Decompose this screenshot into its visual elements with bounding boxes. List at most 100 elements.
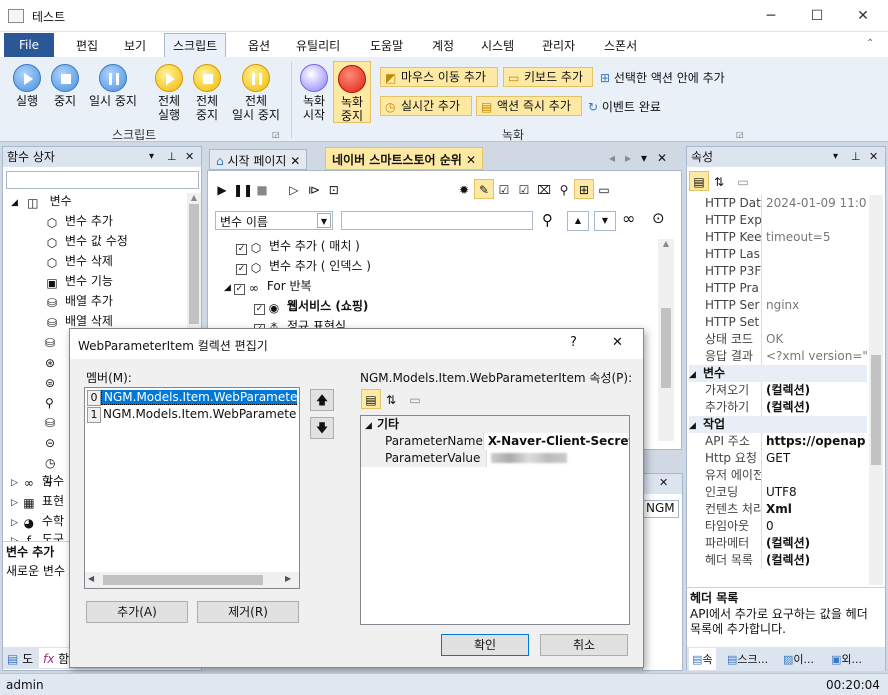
tree-item-add-array[interactable]: ⛁ 배열 추가 (45, 291, 113, 311)
tree-root-variable[interactable]: ◢ ◫ 변수 (11, 191, 72, 211)
collapsed-icon[interactable]: ▷ (11, 478, 18, 488)
add-mouse-move-button[interactable]: ◩ 마우스 이동 추가 (380, 67, 498, 87)
tab-start-page[interactable]: ⌂ 시작 페이지 ✕ (209, 149, 308, 170)
record-stop-button[interactable]: 녹화 중지 (333, 61, 371, 123)
remove-member-button[interactable]: 제거(R) (197, 601, 299, 623)
clock-icon[interactable]: ◷ (45, 453, 61, 473)
function-search-input[interactable] (6, 171, 199, 189)
tab-script[interactable]: ▤스크... (727, 651, 768, 667)
member-item[interactable]: 1NGM.Models.Item.WebParameterItem (87, 407, 297, 423)
tree-item-add-variable[interactable]: ⬡ 변수 추가 (45, 211, 113, 231)
lower-panel-field[interactable]: NGM (643, 500, 679, 518)
tab-list-icon[interactable]: ▾ (641, 151, 647, 165)
property-value[interactable] (761, 212, 867, 229)
action-row[interactable]: ✓ ◉ 웹서비스 (쇼핑) (254, 296, 368, 316)
close-doc-icon[interactable]: ✕ (657, 151, 667, 165)
delete-icon[interactable]: ⌧ (534, 179, 554, 199)
close-panel-icon[interactable]: ✕ (185, 147, 194, 167)
menu-view[interactable]: 보기 (124, 37, 146, 54)
pause-icon[interactable]: ❚❚ (232, 179, 253, 199)
menu-script[interactable]: 스크립트 (164, 33, 227, 58)
step-into-icon[interactable]: ⧐ (304, 179, 324, 199)
menu-help[interactable]: 도움말 (370, 37, 403, 54)
search-icon[interactable]: ⚲ (554, 179, 574, 199)
filter-select[interactable]: 변수 이름 ▼ (215, 211, 333, 230)
property-value[interactable]: GET (761, 450, 867, 467)
check-outline-icon[interactable]: ☑ (514, 179, 534, 199)
tool-icon[interactable]: ⊝ (45, 433, 61, 453)
editor-search-input[interactable] (341, 211, 533, 230)
property-value[interactable] (761, 263, 867, 280)
scroll-thumb[interactable] (661, 308, 671, 388)
search-icon[interactable]: ⚲ (542, 211, 553, 229)
menu-edit[interactable]: 편집 (76, 37, 98, 54)
property-row[interactable]: HTTP Dat 2024-01-09 11:05: (689, 195, 867, 212)
stop-icon[interactable]: ■ (252, 179, 272, 199)
close-button[interactable]: ✕ (848, 4, 878, 28)
chevron-down-icon[interactable]: ▼ (317, 213, 331, 228)
property-row[interactable]: HTTP Ser nginx (689, 297, 867, 314)
pin-icon[interactable]: ⊥ (851, 147, 861, 167)
member-item-selected[interactable]: 0NGM.Models.Item.WebParameterItem (87, 390, 297, 406)
scroll-thumb[interactable] (103, 575, 263, 585)
bulb-icon[interactable]: ✹ (454, 179, 474, 199)
add-member-button[interactable]: 추가(A) (86, 601, 188, 623)
scroll-right-icon[interactable]: ▸ (625, 151, 631, 165)
prop-value[interactable]: X-Naver-Client-Secret (484, 433, 629, 450)
checkbox-checked[interactable]: ✓ (254, 304, 265, 315)
action-row[interactable]: ✓⁂정규 표현식 (254, 316, 346, 328)
step-over-icon[interactable]: ⊡ (324, 179, 344, 199)
ok-button[interactable]: 확인 (441, 634, 529, 656)
collapse-icon[interactable]: ◢ (689, 418, 703, 433)
property-row[interactable]: 파라메터 (컬렉션) (689, 535, 867, 552)
infinity-icon[interactable]: ∞ (622, 209, 635, 228)
property-value[interactable]: timeout=5 (761, 229, 867, 246)
tree-item-delete-variable[interactable]: ⬡ 변수 삭제 (45, 251, 113, 271)
prop-parameter-value[interactable]: ParameterValue (361, 450, 629, 467)
property-value[interactable] (761, 467, 867, 484)
tree-icon[interactable]: ⊞ (574, 179, 594, 199)
run-all-button[interactable]: 전체 실행 (150, 64, 188, 122)
property-value[interactable]: (컬렉션) (761, 535, 867, 552)
property-value[interactable]: <?xml version="1 (761, 348, 867, 365)
tree-root-math[interactable]: ▷ ◕ 수학 (11, 511, 64, 531)
tool-icon[interactable]: ⊛ (45, 353, 61, 373)
move-down-button[interactable]: ▼ (594, 211, 616, 231)
tab-properties[interactable]: ▤속 (689, 648, 716, 670)
tool-icon[interactable]: ⊜ (45, 373, 61, 393)
maximize-button[interactable]: ☐ (802, 4, 832, 28)
property-row[interactable]: 헤더 목록 (컬렉션) (689, 552, 867, 569)
property-value[interactable]: (컬렉션) (761, 399, 867, 416)
monitor-icon[interactable]: ▭ (594, 179, 614, 199)
sort-az-icon[interactable]: ⇅ (381, 389, 401, 409)
event-complete-button[interactable]: ↻ 이벤트 완료 (588, 98, 661, 115)
property-row[interactable]: 타임아웃 0 (689, 518, 867, 535)
record-start-button[interactable]: 녹화 시작 (296, 64, 332, 122)
property-value[interactable]: https://openap (761, 433, 867, 450)
close-tab-icon[interactable]: ✕ (466, 153, 476, 167)
close-panel-icon[interactable]: ✕ (659, 476, 668, 489)
group-launcher-icon[interactable]: ◲ (736, 130, 744, 139)
property-value[interactable]: 0 (761, 518, 867, 535)
add-in-selected-action-button[interactable]: ⊞ 선택한 액션 안에 추가 (600, 69, 725, 86)
tree-root-function[interactable]: ▷ ∞ 함수 (11, 471, 64, 491)
property-value[interactable]: nginx (761, 297, 867, 314)
move-down-button[interactable]: 🡇 (310, 417, 334, 439)
property-row[interactable]: HTTP Pra (689, 280, 867, 297)
property-pages-icon[interactable]: ▭ (733, 171, 753, 191)
scroll-thumb[interactable] (871, 355, 881, 465)
property-row[interactable]: HTTP Exp (689, 212, 867, 229)
expand-icon[interactable]: ◢ (11, 198, 18, 208)
scroll-right-icon[interactable]: ▶ (285, 574, 291, 583)
property-row[interactable]: HTTP P3F (689, 263, 867, 280)
property-row[interactable]: Http 요청 GET (689, 450, 867, 467)
check-icon[interactable]: ☑ (494, 179, 514, 199)
property-value[interactable] (761, 246, 867, 263)
move-up-button[interactable]: 🡅 (310, 389, 334, 411)
menu-options[interactable]: 옵션 (248, 37, 270, 54)
menu-sponsor[interactable]: 스폰서 (604, 37, 637, 54)
checkbox-checked[interactable]: ✓ (236, 264, 247, 275)
action-row[interactable]: ✓ ⬡ 변수 추가 ( 매치 ) (236, 236, 360, 256)
property-value[interactable]: (컬렉션) (761, 382, 867, 399)
scroll-left-icon[interactable]: ◀ (88, 574, 94, 583)
